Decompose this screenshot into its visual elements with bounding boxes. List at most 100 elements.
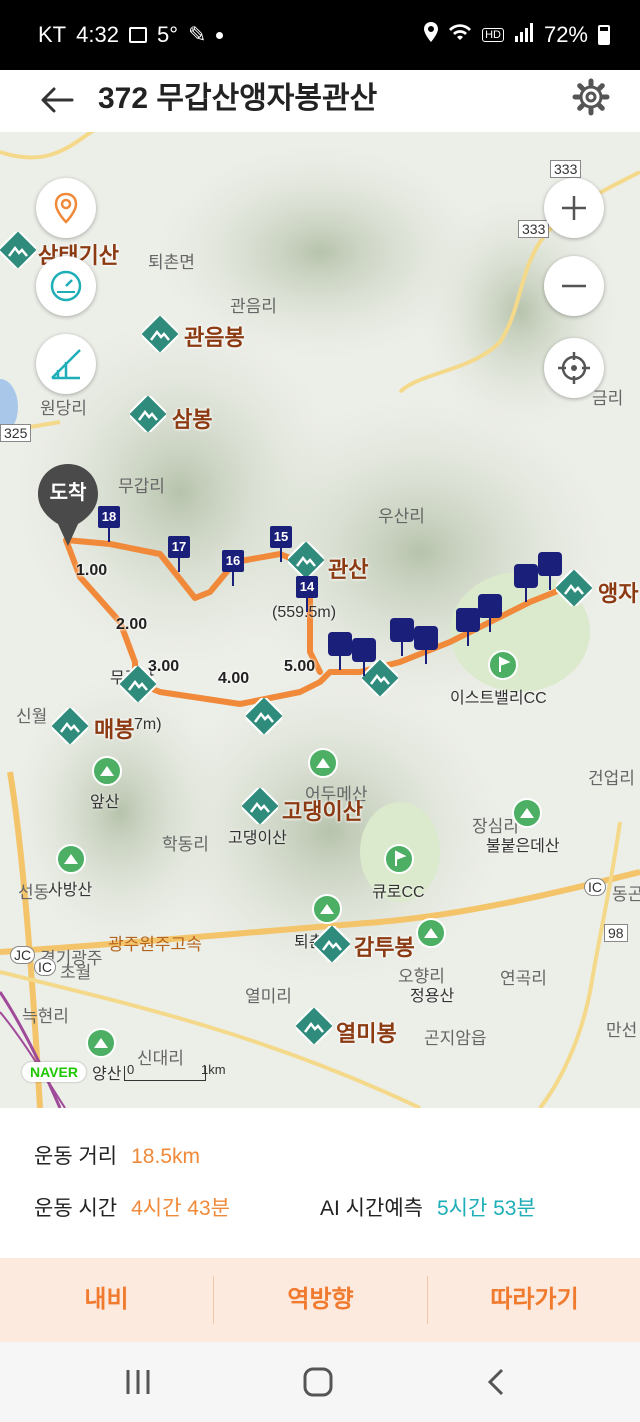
mountain-icon[interactable] (52, 708, 88, 744)
km-marker: 4.00 (218, 670, 250, 687)
distance-row: 운동 거리 18.5km (34, 1140, 200, 1170)
action-bar: 내비 역방향 따라가기 (0, 1258, 640, 1342)
mountain-icon[interactable] (246, 698, 282, 734)
km-marker: 5.00 (284, 658, 316, 675)
my-location-button[interactable] (544, 338, 604, 398)
peak-pin-icon (512, 798, 542, 828)
rugby-icon: ✎ (188, 22, 207, 47)
peak-pin-icon (86, 1028, 116, 1058)
page-title: 372 무갑산앵자봉관산 (98, 82, 378, 115)
naver-logo: NAVER (22, 1062, 86, 1082)
place-label: 신월 (16, 707, 48, 726)
crosshair-icon (558, 352, 590, 384)
summit-name: 고댕이산 (228, 830, 287, 847)
mountain-icon[interactable] (242, 788, 278, 824)
place-label: 금리 (592, 389, 624, 408)
scale-zero: 0 (127, 1062, 135, 1077)
map-pin-icon (54, 192, 78, 224)
waypoint-marker[interactable] (456, 608, 480, 646)
road-shield: 333 (518, 220, 550, 238)
peak-label: 매봉 (94, 717, 135, 742)
mountain-icon[interactable] (296, 1008, 332, 1044)
peak-label: 고댕이산 (282, 799, 363, 824)
mountain-icon[interactable] (130, 396, 166, 432)
waypoint-marker[interactable] (352, 638, 376, 676)
mountain-icon[interactable] (288, 542, 324, 578)
summit-name: 앞산 (90, 794, 120, 811)
peak-label: 관음봉 (184, 325, 245, 350)
scale-bar: 0 1km (124, 1062, 226, 1081)
battery-icon (598, 25, 610, 45)
place-label: 건업리 (588, 769, 635, 788)
map-view[interactable]: 퇴촌면 관음리 원당리 무갑리 우산리 신월 학동리 선동 어두메산 장심리 건… (0, 132, 640, 1108)
road-shield: IC (34, 958, 56, 976)
back-button[interactable] (36, 78, 80, 122)
waypoint-marker[interactable] (390, 618, 414, 656)
mountain-icon[interactable] (314, 926, 350, 962)
waypoint-flag[interactable]: 15 (270, 526, 292, 562)
waypoint-marker[interactable] (414, 626, 438, 664)
back-chevron-icon (487, 1368, 504, 1396)
zoom-out-button[interactable] (544, 256, 604, 316)
km-marker: 3.00 (148, 658, 180, 675)
waypoint-flag[interactable]: 14 (296, 576, 318, 612)
place-label: 선동 (18, 883, 50, 902)
golf-icon (384, 844, 414, 874)
peak-label: 감투봉 (354, 935, 415, 960)
peak-label: 앵자 (598, 581, 639, 606)
waypoint-marker[interactable] (514, 564, 538, 602)
location-pin-button[interactable] (36, 178, 96, 238)
recent-apps-button[interactable] (118, 1364, 158, 1400)
time-row: 운동 시간 4시간 43분 (34, 1192, 230, 1222)
ai-value: 5시간 53분 (436, 1197, 536, 1220)
road-shield: 333 (550, 160, 582, 178)
waypoint-flag[interactable]: 16 (222, 550, 244, 586)
place-label: 만선 (606, 1021, 638, 1040)
system-nav-bar (0, 1342, 640, 1422)
notification-dot-icon (216, 31, 224, 39)
golf-course-name: 큐로CC (372, 884, 425, 901)
time-label: 운동 시간 (34, 1197, 118, 1220)
road-shield: IC (584, 878, 606, 896)
place-label: 연곡리 (500, 969, 547, 988)
mountain-icon[interactable] (0, 232, 36, 268)
waypoint-marker[interactable] (328, 632, 352, 670)
peak-pin-icon (56, 844, 86, 874)
peak-label: 관산 (328, 557, 369, 582)
highway-name: 광주원주고속 (108, 935, 202, 954)
home-icon (303, 1367, 333, 1397)
km-marker: 2.00 (116, 616, 148, 633)
reverse-button[interactable]: 역방향 (214, 1258, 427, 1342)
waypoint-marker[interactable] (478, 594, 502, 632)
road-shield: JC (10, 946, 36, 964)
navi-button[interactable]: 내비 (0, 1258, 213, 1342)
summit-elevation: 7m) (134, 716, 162, 733)
elevation-button[interactable] (36, 334, 96, 394)
waypoint-number: 17 (168, 536, 190, 558)
summit-name: 사방산 (48, 882, 93, 899)
waypoint-marker[interactable] (538, 552, 562, 590)
settings-button[interactable] (568, 74, 614, 120)
speedometer-button[interactable] (36, 256, 96, 316)
home-button[interactable] (298, 1364, 338, 1400)
peak-label: 삼봉 (172, 407, 213, 432)
distance-value: 18.5km (131, 1145, 200, 1168)
back-nav-button[interactable] (478, 1364, 518, 1400)
arrival-pin[interactable]: 도착 (34, 462, 102, 548)
follow-button[interactable]: 따라가기 (428, 1258, 640, 1342)
peak-pin-icon (308, 748, 338, 778)
place-label: 학동리 (162, 835, 209, 854)
temperature: 5° (156, 22, 178, 47)
slope-icon (51, 349, 81, 380)
peak-pin-icon (416, 918, 446, 948)
battery-percent: 72% (543, 22, 588, 47)
distance-label: 운동 거리 (34, 1145, 118, 1168)
peak-label: 열미봉 (336, 1021, 397, 1046)
place-label: 곤지암읍 (424, 1029, 487, 1048)
place-label: 동곤 (612, 885, 640, 904)
road-shield: 98 (604, 924, 628, 942)
recent-apps-icon (126, 1370, 150, 1394)
waypoint-flag[interactable]: 17 (168, 536, 190, 572)
mountain-icon[interactable] (142, 316, 178, 352)
zoom-in-button[interactable] (544, 178, 604, 238)
